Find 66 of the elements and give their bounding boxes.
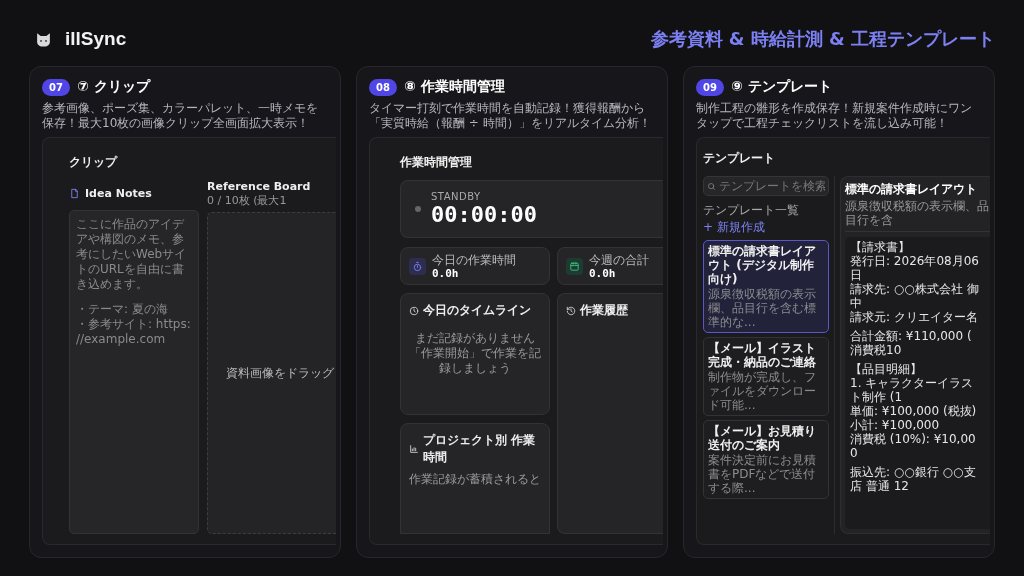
- empty-message: 「作業開始」で作業を記録しましょう: [408, 346, 542, 376]
- template-description: 源泉徴収税額の表示欄、品目行を含む標準的な...: [708, 287, 817, 329]
- list-label: テンプレート一覧: [703, 202, 799, 219]
- card-title: ⑧ 作業時間管理: [403, 78, 505, 96]
- template-title: 【メール】お見積り送付のご案内: [708, 424, 817, 452]
- screen-heading: 作業時間管理: [400, 154, 473, 171]
- search-icon: [707, 181, 716, 191]
- cat-logo-icon: [35, 30, 52, 48]
- history-icon: [566, 305, 576, 316]
- template-line: 単価: ¥100,000 (税抜): [850, 404, 978, 418]
- template-line: 合計金額: ¥110,000 (消費税10: [850, 329, 973, 357]
- stat-label: 今日の作業時間: [432, 252, 516, 267]
- template-description: 制作物が完成し、ファイルをダウンロード可能...: [708, 370, 817, 412]
- app-name: illSync: [65, 28, 127, 50]
- empty-message: 作業記録が蓄積されると: [408, 472, 542, 487]
- template-line: 振込先: ○○銀行 ○○支店 普通 12: [850, 465, 977, 493]
- stat-label: 今週の合計: [589, 252, 649, 267]
- notes-line: ここに作品のアイデアや構図のメモ、参考にしたいWebサイトのURLを自由に書き込めます。: [76, 217, 188, 292]
- panel-title: 今日のタイムライン: [423, 302, 531, 319]
- template-item[interactable]: 【メール】お見積り送付のご案内 案件決定前にお見積書をPDFなどで送付する際...: [703, 420, 829, 499]
- new-template-link[interactable]: + 新規作成: [703, 219, 765, 236]
- card-description: タイマー打刻で作業時間を自動記録！獲得報酬から「実質時給（報酬 ÷ 時間）」をリアルタイム分析！: [369, 101, 652, 131]
- headline: 参考資料 & 時給計測 & 工程テンプレート: [650, 27, 995, 51]
- panel-title: プロジェクト別 作業時間: [423, 432, 537, 466]
- empty-message: まだ記録がありません: [414, 331, 536, 346]
- timer-display: 00:00:00: [431, 202, 537, 227]
- file-icon: [69, 187, 80, 199]
- number-badge: 08: [369, 78, 397, 96]
- template-line: 【品目明細】: [850, 362, 923, 376]
- card-description: 参考画像、ポーズ集、カラーパレット、一時メモを保存！最大10枚の画像クリップ全画面拡大表示！: [42, 101, 319, 131]
- screen-heading: テンプレート: [703, 150, 776, 167]
- stat-value: 0.0h: [432, 266, 460, 280]
- column-title: Reference Board: [207, 180, 311, 193]
- detail-title: 標準の請求書レイアウト: [845, 182, 978, 196]
- template-line: 発行日: 2026年08月06日: [850, 254, 980, 282]
- panel-title: 作業履歴: [580, 302, 628, 319]
- status-dot: [415, 206, 421, 212]
- template-item[interactable]: 標準の請求書レイアウト (デジタル制作向け) 源泉徴収税額の表示欄、品目行を含む標準的な...: [703, 240, 829, 333]
- notes-line: ・テーマ: 夏の海: [76, 302, 169, 317]
- number-badge: 09: [696, 78, 724, 96]
- timer-status: STANDBY: [431, 191, 482, 202]
- image-count: 0 / 10枚 (最大1: [207, 193, 287, 208]
- card-title: ⑦ クリップ: [76, 78, 150, 96]
- template-description: 案件決定前にお見積書をPDFなどで送付する際...: [708, 453, 817, 495]
- card-description: 制作工程の雛形を作成保存！新規案件作成時にワンタップで工程チェックリストを流し込み可能！: [696, 101, 973, 131]
- column-title: Idea Notes: [85, 186, 152, 200]
- screen-heading: クリップ: [69, 154, 119, 171]
- template-line: 請求元: クリエイター名: [850, 310, 979, 324]
- template-item[interactable]: 【メール】イラスト完成・納品のご連絡 制作物が完成し、ファイルをダウンロード可能...: [703, 337, 829, 416]
- template-line: 【請求書】: [850, 240, 911, 254]
- drop-zone[interactable]: 資料画像をドラッグ: [207, 212, 336, 534]
- number-badge: 07: [42, 78, 70, 96]
- card-title: ⑨ テンプレート: [730, 78, 832, 96]
- template-title: 【メール】イラスト完成・納品のご連絡: [708, 341, 817, 369]
- template-line: 1. キャラクターイラスト制作 (1: [850, 376, 975, 404]
- notes-field[interactable]: ここに作品のアイデアや構図のメモ、参考にしたいWebサイトのURLを自由に書き込めます。 ・テーマ: 夏の海 ・参考サイト: https://example.com: [69, 210, 199, 534]
- drop-text: 資料画像をドラッグ: [226, 364, 334, 382]
- template-line: 請求先: ○○株式会社 御中: [850, 282, 980, 310]
- bar-chart-icon: [409, 444, 419, 454]
- template-title: 標準の請求書レイアウト (デジタル制作向け): [708, 244, 817, 286]
- template-line: 消費税 (10%): ¥10,000: [850, 432, 977, 460]
- detail-description: 源泉徴収税額の表示欄、品目行を含: [845, 199, 990, 232]
- template-line: 小計: ¥100,000: [850, 418, 941, 432]
- clock-icon: [409, 305, 419, 316]
- stat-value: 0.0h: [589, 266, 617, 280]
- notes-line: ・参考サイト: https://example.com: [76, 317, 192, 347]
